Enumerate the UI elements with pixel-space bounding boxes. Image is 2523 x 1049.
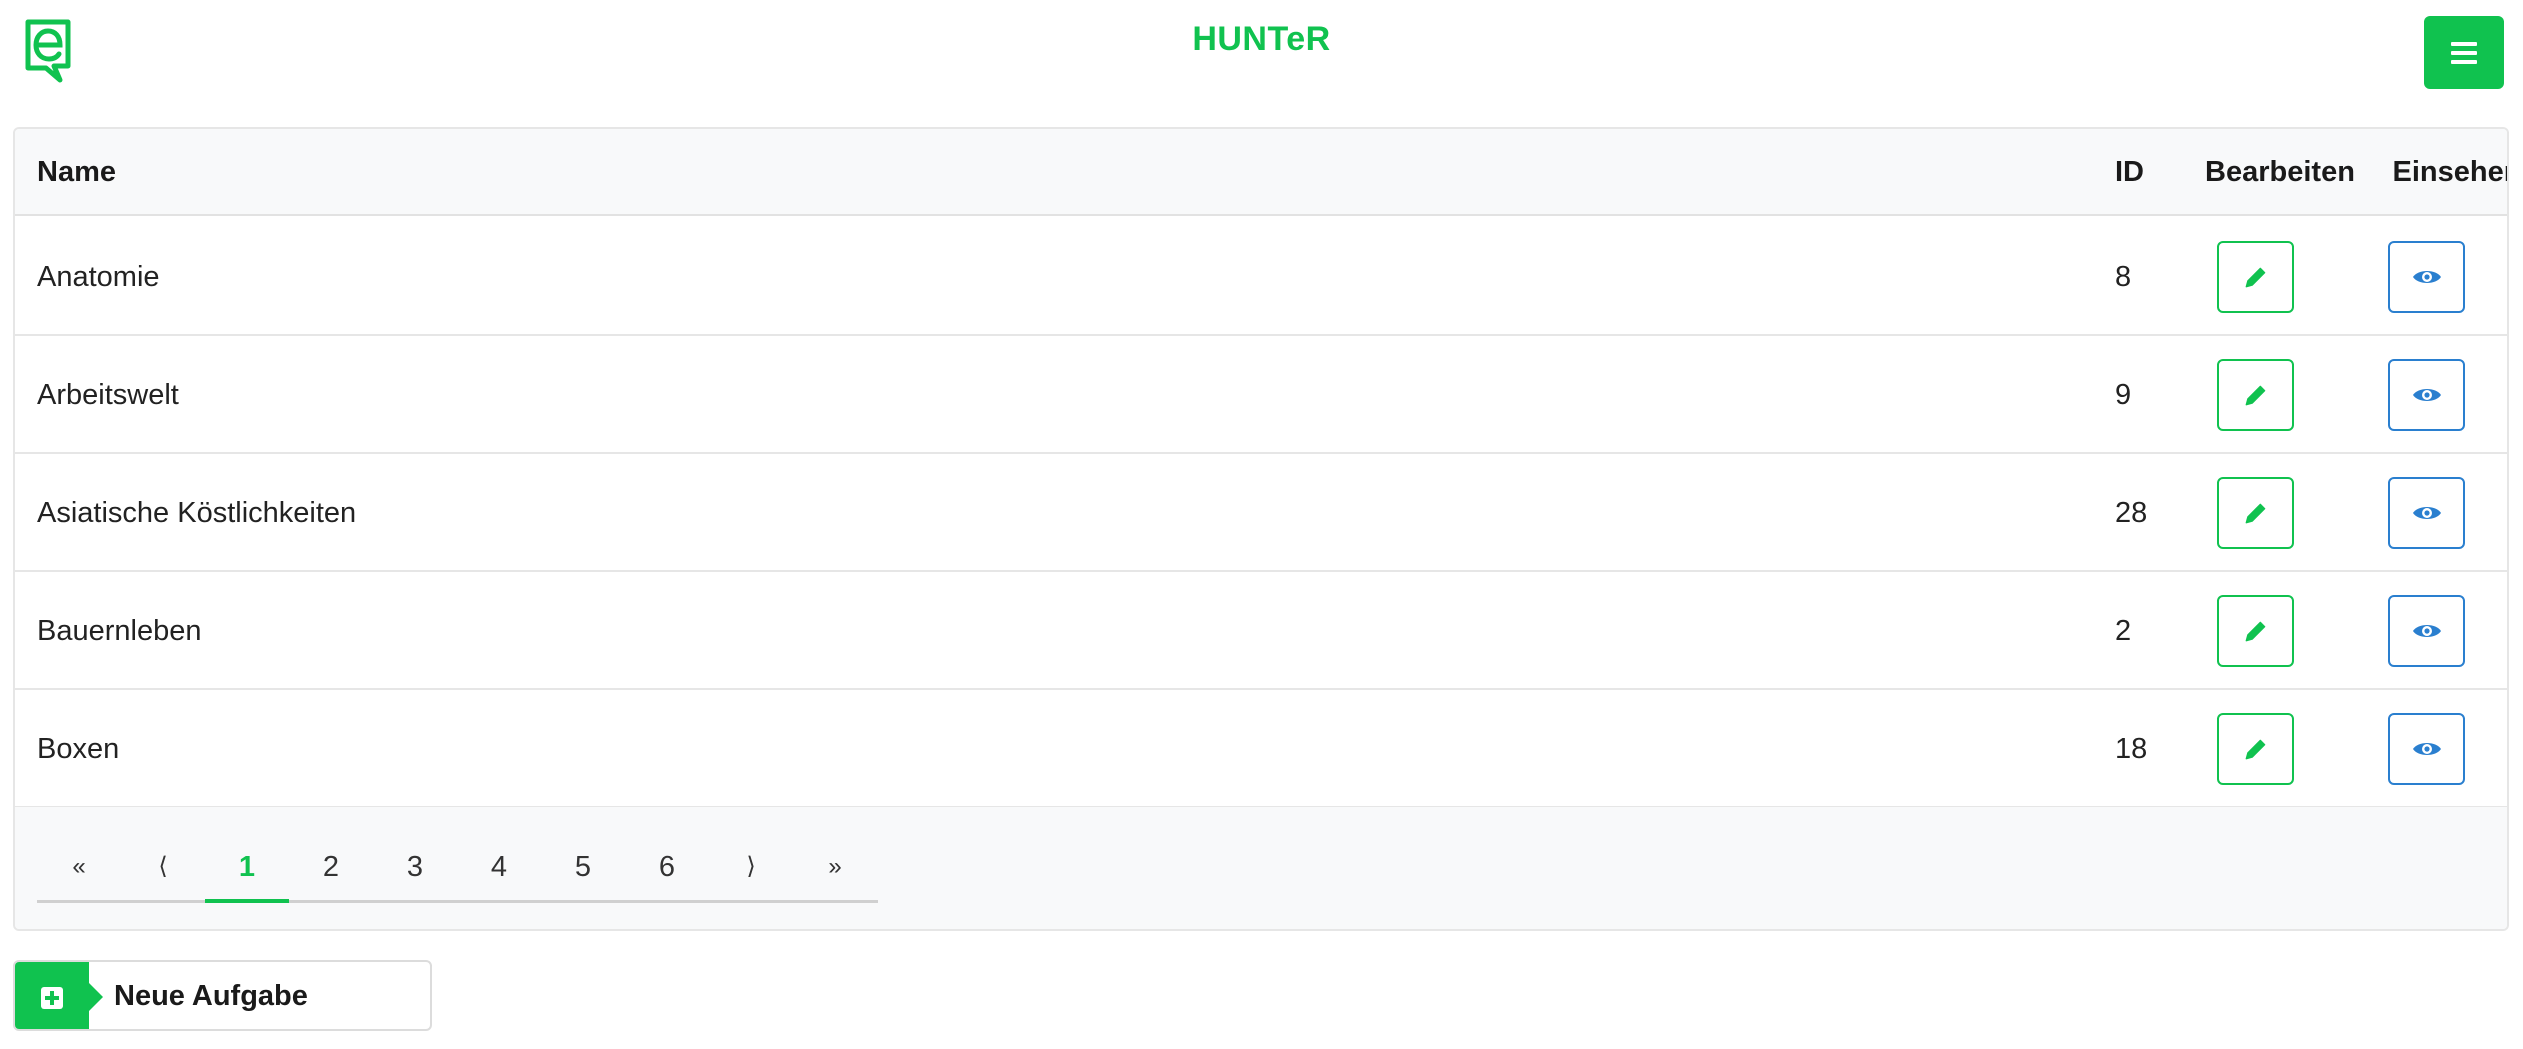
row-name: Anatomie — [37, 261, 160, 293]
column-header-view: Einsehen — [2392, 156, 2509, 188]
page-prev-button[interactable]: ⟨ — [121, 837, 205, 900]
top-bar: HUNTeR — [0, 0, 2523, 110]
pencil-icon — [2245, 503, 2265, 524]
app-title: HUNTeR — [1192, 20, 1331, 58]
plus-square-icon — [41, 986, 63, 1009]
row-id: 9 — [2115, 379, 2132, 411]
edit-button[interactable] — [2217, 477, 2294, 549]
row-name: Asiatische Köstlichkeiten — [37, 497, 357, 529]
page-button-2[interactable]: 2 — [289, 837, 373, 900]
pagination-area: « ⟨ 1 2 3 4 5 6 ⟩ » — [15, 807, 2507, 929]
edit-button[interactable] — [2217, 241, 2294, 313]
edit-button[interactable] — [2217, 713, 2294, 785]
row-name: Boxen — [37, 733, 120, 765]
table-row: Anatomie 8 — [15, 218, 2507, 336]
view-button[interactable] — [2388, 595, 2465, 667]
create-task-label: Neue Aufgabe erstellen — [114, 980, 308, 1012]
create-task-button[interactable]: Neue Aufgabe erstellen — [13, 960, 432, 1031]
row-name: Bauernleben — [37, 615, 202, 647]
row-id: 18 — [2115, 733, 2148, 765]
pagination: « ⟨ 1 2 3 4 5 6 ⟩ » — [37, 837, 878, 903]
eye-icon — [2412, 271, 2441, 283]
page-last-button[interactable]: » — [793, 837, 877, 900]
column-header-name[interactable]: Name — [37, 129, 116, 216]
eye-icon — [2412, 743, 2441, 755]
view-button[interactable] — [2388, 477, 2465, 549]
row-id: 8 — [2115, 261, 2132, 293]
page-button-5[interactable]: 5 — [541, 837, 625, 900]
pencil-icon — [2245, 385, 2265, 406]
task-table-panel: Name ID Bearbeiten Einsehen Anatomie 8 A… — [13, 127, 2509, 931]
page-first-button[interactable]: « — [37, 837, 121, 900]
row-id: 2 — [2115, 615, 2132, 647]
page-button-6[interactable]: 6 — [625, 837, 709, 900]
eye-icon — [2412, 389, 2441, 401]
table-row: Arbeitswelt 9 — [15, 336, 2507, 454]
eye-icon — [2412, 507, 2441, 519]
table-header: Name ID Bearbeiten Einsehen — [15, 129, 2507, 216]
create-icon-box — [15, 962, 103, 1029]
column-header-edit: Bearbeiten — [2205, 156, 2355, 188]
page-button-1[interactable]: 1 — [205, 837, 289, 903]
page-button-4[interactable]: 4 — [457, 837, 541, 900]
eye-icon — [2412, 625, 2441, 637]
pencil-icon — [2245, 739, 2265, 760]
edit-button[interactable] — [2217, 359, 2294, 431]
edit-button[interactable] — [2217, 595, 2294, 667]
row-id: 28 — [2115, 497, 2148, 529]
row-name: Arbeitswelt — [37, 379, 179, 411]
column-header-id[interactable]: ID — [2115, 129, 2144, 216]
page-button-3[interactable]: 3 — [373, 837, 457, 900]
table-row: Bauernleben 2 — [15, 572, 2507, 690]
table-row: Asiatische Köstlichkeiten 28 — [15, 454, 2507, 572]
hamburger-icon — [2451, 41, 2477, 64]
table-row: Boxen 18 — [15, 690, 2507, 808]
view-button[interactable] — [2388, 241, 2465, 313]
page-next-button[interactable]: ⟩ — [709, 837, 793, 900]
pencil-icon — [2245, 621, 2265, 642]
view-button[interactable] — [2388, 359, 2465, 431]
pencil-icon — [2245, 267, 2265, 288]
view-button[interactable] — [2388, 713, 2465, 785]
menu-button[interactable] — [2424, 16, 2504, 89]
